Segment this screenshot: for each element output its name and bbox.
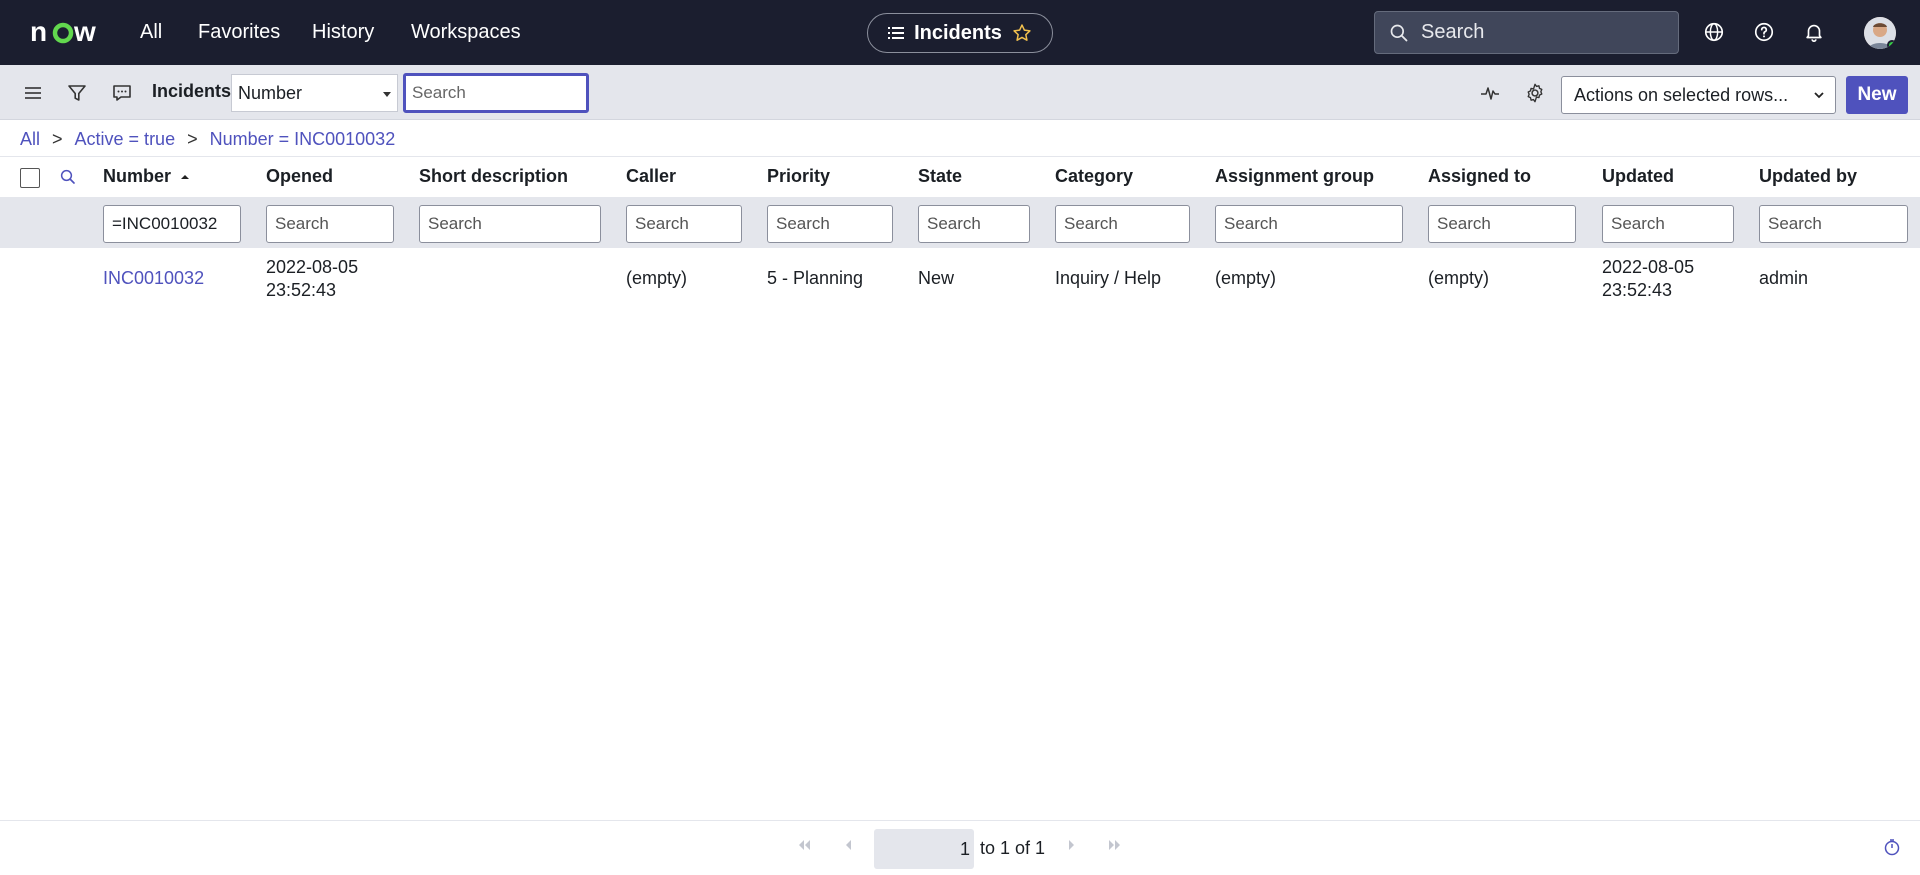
cell-updated: 2022-08-05 23:52:43	[1602, 256, 1694, 302]
nav-workspaces[interactable]: Workspaces	[411, 0, 521, 65]
filter-updated-input[interactable]	[1602, 205, 1734, 243]
search-icon	[1390, 24, 1408, 41]
column-header-assigned-to[interactable]: Assigned to	[1428, 166, 1531, 187]
column-header-opened[interactable]: Opened	[266, 166, 333, 187]
help-icon[interactable]	[1753, 21, 1775, 43]
column-header-updated[interactable]: Updated	[1602, 166, 1674, 187]
bell-icon[interactable]	[1803, 21, 1825, 43]
breadcrumb-item-all[interactable]: All	[20, 129, 40, 150]
cell-assignment-group: (empty)	[1215, 268, 1277, 288]
select-all-checkbox[interactable]	[20, 168, 40, 188]
column-filter-row	[0, 197, 1920, 248]
servicenow-logo[interactable]: n w	[30, 17, 102, 47]
cell-opened-time: 23:52:43	[266, 280, 337, 300]
cell-updated-by: admin	[1759, 268, 1809, 288]
global-search-input[interactable]: Search	[1374, 11, 1679, 54]
search-field-select[interactable]: Number	[231, 74, 398, 112]
sort-ascending-icon	[181, 175, 190, 179]
context-pill[interactable]: Incidents	[867, 13, 1053, 53]
pagination-summary: to 1 of 1	[980, 838, 1046, 858]
gear-icon[interactable]	[1524, 82, 1546, 104]
column-header-short-description[interactable]: Short description	[419, 166, 568, 187]
global-search-placeholder: Search	[1421, 21, 1485, 43]
filter-assignment-group-input[interactable]	[1215, 205, 1403, 243]
filter-category-input[interactable]	[1055, 205, 1190, 243]
top-header: n w All Favorites History Workspaces Inc…	[0, 0, 1920, 65]
cell-category: Inquiry / Help	[1055, 268, 1162, 288]
breadcrumb-separator: >	[52, 129, 63, 149]
globe-icon[interactable]	[1703, 21, 1725, 43]
activity-icon[interactable]	[1479, 82, 1501, 104]
filter-caller-input[interactable]	[626, 205, 742, 243]
column-header-state[interactable]: State	[918, 166, 962, 187]
divider	[0, 156, 1920, 157]
actions-select-value: Actions on selected rows...	[1574, 84, 1789, 105]
breadcrumb-item-number[interactable]: Number = INC0010032	[210, 129, 396, 150]
divider	[0, 820, 1920, 821]
first-page-icon[interactable]	[795, 836, 813, 854]
previous-page-icon[interactable]	[840, 836, 858, 854]
column-header-priority[interactable]: Priority	[767, 166, 830, 187]
cell-state: New	[918, 268, 955, 288]
svg-text:w: w	[73, 17, 96, 47]
breadcrumb-item-active[interactable]: Active = true	[75, 129, 176, 150]
chevron-down-icon	[1814, 92, 1824, 99]
cell-updated-time: 23:52:43	[1602, 280, 1673, 300]
filter-state-input[interactable]	[918, 205, 1030, 243]
response-time-icon[interactable]	[1883, 838, 1901, 856]
filter-number-input[interactable]	[103, 205, 241, 243]
column-header-assignment-group[interactable]: Assignment group	[1215, 166, 1374, 187]
cell-opened: 2022-08-05 23:52:43	[266, 256, 358, 302]
cell-caller: (empty)	[626, 268, 688, 288]
caret-down-icon	[383, 92, 391, 97]
list-title: Incidents	[152, 81, 232, 101]
page-number-input[interactable]: 1	[874, 829, 974, 869]
nav-favorites[interactable]: Favorites	[198, 0, 280, 65]
breadcrumb: All > Active = true > Number = INC001003…	[20, 129, 395, 150]
nav-all[interactable]: All	[140, 0, 162, 65]
column-search-icon[interactable]	[59, 168, 77, 186]
filter-priority-input[interactable]	[767, 205, 893, 243]
list-toolbar: Incidents Number Actions on selected row…	[0, 65, 1920, 120]
list-search-input[interactable]	[403, 73, 589, 113]
column-header-updated-by[interactable]: Updated by	[1759, 166, 1857, 187]
nav-history[interactable]: History	[312, 0, 374, 65]
svg-text:n: n	[30, 17, 46, 47]
breadcrumb-separator: >	[187, 129, 198, 149]
cell-opened-date: 2022-08-05	[266, 257, 359, 277]
next-page-icon[interactable]	[1062, 836, 1080, 854]
last-page-icon[interactable]	[1106, 836, 1124, 854]
menu-icon[interactable]	[22, 82, 44, 104]
cell-priority: 5 - Planning	[767, 268, 864, 288]
filter-short-description-input[interactable]	[419, 205, 601, 243]
new-button[interactable]: New	[1846, 76, 1908, 114]
filter-assigned-to-input[interactable]	[1428, 205, 1576, 243]
user-avatar[interactable]	[1864, 17, 1896, 49]
filter-opened-input[interactable]	[266, 205, 394, 243]
cell-updated-date: 2022-08-05	[1602, 257, 1695, 277]
filter-updated-by-input[interactable]	[1759, 205, 1908, 243]
actions-select[interactable]: Actions on selected rows...	[1561, 76, 1836, 114]
cell-assigned-to: (empty)	[1428, 268, 1490, 288]
column-header-category[interactable]: Category	[1055, 166, 1133, 187]
context-pill-label: Incidents	[914, 21, 1002, 44]
star-icon[interactable]	[1012, 23, 1032, 43]
online-status-dot	[1887, 40, 1896, 49]
column-header-number[interactable]: Number	[103, 166, 190, 187]
search-field-value: Number	[238, 82, 303, 103]
filter-icon[interactable]	[66, 82, 88, 104]
column-header-caller[interactable]: Caller	[626, 166, 676, 187]
list-icon	[888, 27, 905, 39]
cell-number[interactable]: INC0010032	[103, 267, 204, 290]
conversation-icon[interactable]	[111, 82, 133, 104]
